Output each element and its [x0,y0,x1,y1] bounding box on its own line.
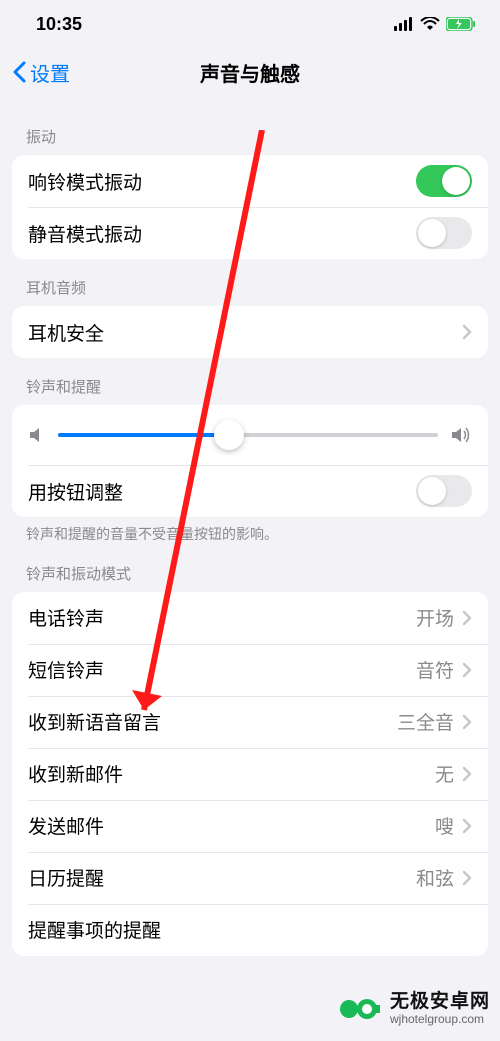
toggle-vibrate-silent[interactable] [416,217,472,249]
row-calendar[interactable]: 日历提醒 和弦 [12,852,488,904]
section-footer-ringer: 铃声和提醒的音量不受音量按钮的影响。 [0,517,500,545]
row-label: 静音模式振动 [28,220,142,247]
row-vibrate-silent[interactable]: 静音模式振动 [12,207,488,259]
speaker-low-icon [28,426,46,444]
speaker-high-icon [450,426,472,444]
row-vibrate-ring[interactable]: 响铃模式振动 [12,155,488,207]
chevron-right-icon [462,610,472,626]
chevron-right-icon [462,870,472,886]
watermark-logo-icon [338,987,382,1031]
row-label: 短信铃声 [28,656,104,683]
watermark-name: 无极安卓网 [390,992,490,1013]
status-bar: 10:35 [0,0,500,48]
content: 振动 响铃模式振动 静音模式振动 耳机音频 耳机安全 铃声和提醒 [0,96,500,956]
back-button[interactable]: 设置 [0,58,70,87]
row-label: 发送邮件 [28,812,104,839]
chevron-right-icon [462,662,472,678]
row-headphone-safety[interactable]: 耳机安全 [12,306,488,358]
row-value: 开场 [416,604,454,631]
slider-thumb[interactable] [214,420,244,450]
group-vibrate: 响铃模式振动 静音模式振动 [12,155,488,259]
row-label: 收到新语音留言 [28,708,161,735]
row-value: 三全音 [397,708,454,735]
back-label: 设置 [30,58,70,87]
row-text-tone[interactable]: 短信铃声 音符 [12,644,488,696]
status-time: 10:35 [36,14,82,35]
page-title: 声音与触感 [200,58,300,87]
row-label: 耳机安全 [28,319,104,346]
chevron-left-icon [12,61,26,83]
chevron-right-icon [462,324,472,340]
status-indicators [394,17,476,31]
section-header-patterns: 铃声和振动模式 [0,545,500,592]
section-header-headphone: 耳机音频 [0,259,500,306]
row-label: 电话铃声 [28,604,104,631]
section-header-ringer: 铃声和提醒 [0,358,500,405]
group-ringer: 用按钮调整 [12,405,488,517]
row-value: 和弦 [416,864,454,891]
row-voicemail[interactable]: 收到新语音留言 三全音 [12,696,488,748]
cellular-icon [394,17,414,31]
wifi-icon [420,17,440,31]
row-value: 无 [435,760,454,787]
row-reminder[interactable]: 提醒事项的提醒 [12,904,488,956]
row-label: 日历提醒 [28,864,104,891]
group-headphone: 耳机安全 [12,306,488,358]
battery-charging-icon [446,17,476,31]
row-label: 收到新邮件 [28,760,123,787]
row-value: 嗖 [435,812,454,839]
group-patterns: 电话铃声 开场 短信铃声 音符 收到新语音留言 三全音 收到新邮件 无 发送邮件… [12,592,488,956]
row-new-mail[interactable]: 收到新邮件 无 [12,748,488,800]
row-sent-mail[interactable]: 发送邮件 嗖 [12,800,488,852]
row-volume-slider[interactable] [12,405,488,465]
section-header-vibrate: 振动 [0,108,500,155]
row-ringtone[interactable]: 电话铃声 开场 [12,592,488,644]
chevron-right-icon [462,766,472,782]
row-value: 音符 [416,656,454,683]
row-label: 响铃模式振动 [28,168,142,195]
row-label: 提醒事项的提醒 [28,916,161,943]
toggle-button-adjust[interactable] [416,475,472,507]
row-label: 用按钮调整 [28,478,123,505]
row-button-adjust[interactable]: 用按钮调整 [12,465,488,517]
watermark-url: wjhotelgroup.com [390,1013,490,1026]
chevron-right-icon [462,818,472,834]
volume-slider[interactable] [58,433,438,437]
chevron-right-icon [462,714,472,730]
watermark: 无极安卓网 wjhotelgroup.com [338,987,490,1031]
toggle-vibrate-ring[interactable] [416,165,472,197]
nav-bar: 设置 声音与触感 [0,48,500,96]
